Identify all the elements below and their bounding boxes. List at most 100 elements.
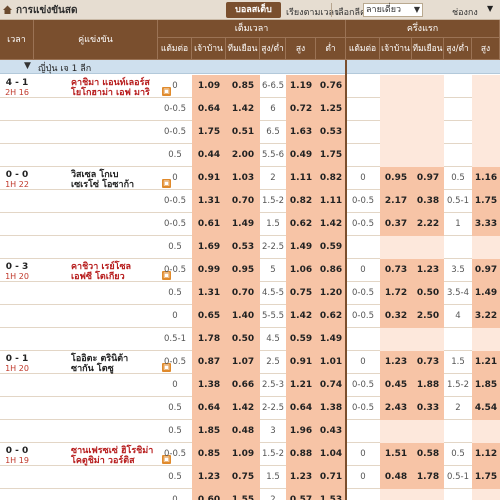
home-team[interactable]: คาชิมา แอนท์เลอร์ส <box>71 78 150 88</box>
ft-home-odds[interactable]: 1.31 <box>192 282 226 305</box>
ft-home-odds[interactable]: 1.75 <box>192 121 226 144</box>
ft-away-odds[interactable]: 1.49 <box>226 213 260 236</box>
ht-away-odds[interactable]: 0.38 <box>412 190 444 213</box>
ft-under-odds[interactable]: 1.38 <box>316 397 346 420</box>
chevron-down-icon[interactable]: ▼ <box>487 4 493 13</box>
ht-home-odds[interactable]: 1.23 <box>380 351 412 374</box>
ft-away-odds[interactable]: 0.95 <box>226 259 260 282</box>
ht-home-odds[interactable]: 0.48 <box>380 466 412 489</box>
ft-away-odds[interactable]: 0.70 <box>226 282 260 305</box>
league-row[interactable]: ▼ ญี่ปุ่น เจ 1 ลีก <box>0 60 500 74</box>
ft-over-odds[interactable]: 1.63 <box>286 121 316 144</box>
ft-over-odds[interactable]: 1.06 <box>286 259 316 282</box>
ft-home-odds[interactable]: 1.09 <box>192 75 226 98</box>
ft-over-odds[interactable]: 0.75 <box>286 282 316 305</box>
ft-over-odds[interactable]: 1.23 <box>286 466 316 489</box>
ht-home-odds[interactable]: 0.37 <box>380 213 412 236</box>
ft-under-odds[interactable]: 1.75 <box>316 144 346 167</box>
home-team[interactable]: คาชิวา เรย์โซล <box>71 262 131 272</box>
ht-away-odds[interactable]: 1.78 <box>412 466 444 489</box>
select-league-link[interactable]: เลือกลีค <box>335 5 366 19</box>
ht-over-odds[interactable]: 1.12 <box>472 443 500 466</box>
ft-over-odds[interactable]: 1.42 <box>286 305 316 328</box>
ht-away-odds[interactable]: 1.88 <box>412 374 444 397</box>
match-teams-cell[interactable]: คาชิมา แอนท์เลอร์สโยโกฮาม่า เอฟ มารินอส▣… <box>34 75 171 142</box>
ft-over-odds[interactable]: 0.62 <box>286 213 316 236</box>
ft-away-odds[interactable]: 0.85 <box>226 75 260 98</box>
channel-label[interactable]: ช่องกง <box>452 5 478 19</box>
ft-over-odds[interactable]: 1.49 <box>286 236 316 259</box>
ft-away-odds[interactable]: 1.03 <box>226 167 260 190</box>
ft-under-odds[interactable]: 1.53 <box>316 489 346 500</box>
ft-away-odds[interactable]: 0.75 <box>226 466 260 489</box>
ft-away-odds[interactable]: 0.50 <box>226 328 260 351</box>
ft-under-odds[interactable]: 0.76 <box>316 75 346 98</box>
ht-home-odds[interactable]: 1.72 <box>380 282 412 305</box>
ft-over-odds[interactable]: 0.49 <box>286 144 316 167</box>
ft-home-odds[interactable]: 0.60 <box>192 489 226 500</box>
ft-away-odds[interactable]: 1.07 <box>226 351 260 374</box>
ft-under-odds[interactable]: 0.82 <box>316 167 346 190</box>
ft-under-odds[interactable]: 0.59 <box>316 236 346 259</box>
ft-away-odds[interactable]: 1.42 <box>226 98 260 121</box>
ft-under-odds[interactable]: 1.20 <box>316 282 346 305</box>
ft-home-odds[interactable]: 1.85 <box>192 420 226 443</box>
ft-under-odds[interactable]: 0.74 <box>316 374 346 397</box>
ft-home-odds[interactable]: 1.38 <box>192 374 226 397</box>
ft-home-odds[interactable]: 1.31 <box>192 190 226 213</box>
ft-home-odds[interactable]: 0.91 <box>192 167 226 190</box>
ht-over-odds[interactable]: 1.16 <box>472 167 500 190</box>
ft-under-odds[interactable]: 1.42 <box>316 213 346 236</box>
ft-under-odds[interactable]: 0.53 <box>316 121 346 144</box>
ft-over-odds[interactable]: 1.11 <box>286 167 316 190</box>
ht-away-odds[interactable]: 0.50 <box>412 282 444 305</box>
ht-over-odds[interactable]: 3.33 <box>472 213 500 236</box>
ft-home-odds[interactable]: 0.99 <box>192 259 226 282</box>
match-teams-cell[interactable]: โออิตะ ตรินิต้าซากัน โตซู▣L★ <box>34 351 171 418</box>
ft-home-odds[interactable]: 0.44 <box>192 144 226 167</box>
ft-under-odds[interactable]: 0.71 <box>316 466 346 489</box>
ht-home-odds[interactable]: 0.73 <box>380 259 412 282</box>
ft-away-odds[interactable]: 2.00 <box>226 144 260 167</box>
ht-over-odds[interactable]: 0.97 <box>472 259 500 282</box>
ft-under-odds[interactable]: 1.04 <box>316 443 346 466</box>
ft-over-odds[interactable]: 0.59 <box>286 328 316 351</box>
ft-home-odds[interactable]: 0.64 <box>192 397 226 420</box>
ft-home-odds[interactable]: 1.78 <box>192 328 226 351</box>
ht-over-odds[interactable]: 3.22 <box>472 305 500 328</box>
ft-under-odds[interactable]: 1.01 <box>316 351 346 374</box>
ft-away-odds[interactable]: 0.53 <box>226 236 260 259</box>
ft-away-odds[interactable]: 1.09 <box>226 443 260 466</box>
match-teams-cell[interactable]: คาชิวา เรย์โซลเอฟซี โตเกียว▣L★ <box>34 259 171 326</box>
ft-over-odds[interactable]: 0.72 <box>286 98 316 121</box>
ht-away-odds[interactable]: 0.97 <box>412 167 444 190</box>
live-button[interactable]: บอลสเต็บ <box>226 2 281 18</box>
ft-over-odds[interactable]: 1.21 <box>286 374 316 397</box>
ht-over-odds[interactable]: 1.49 <box>472 282 500 305</box>
ht-over-odds[interactable]: 1.21 <box>472 351 500 374</box>
ft-over-odds[interactable]: 0.82 <box>286 190 316 213</box>
away-team[interactable]: เอฟซี โตเกียว <box>71 272 125 282</box>
ft-over-odds[interactable]: 0.57 <box>286 489 316 500</box>
home-icon[interactable] <box>2 4 13 15</box>
home-team[interactable]: วิสเซล โกเบ <box>71 170 118 180</box>
ht-away-odds[interactable]: 0.73 <box>412 351 444 374</box>
away-team[interactable]: เซเรโซ่ โอซาก้า <box>71 180 134 190</box>
ht-over-odds[interactable]: 1.85 <box>472 374 500 397</box>
ht-over-odds[interactable]: 4.54 <box>472 397 500 420</box>
ht-home-odds[interactable]: 0.32 <box>380 305 412 328</box>
ft-home-odds[interactable]: 0.61 <box>192 213 226 236</box>
away-team[interactable]: โคตูชิม่า วอร์ติส <box>71 456 135 466</box>
ft-away-odds[interactable]: 0.51 <box>226 121 260 144</box>
match-teams-cell[interactable]: ซานเฟรซเซ่ ฮิโรชิม่าโคตูชิม่า วอร์ติส▣L★ <box>34 443 171 487</box>
ft-home-odds[interactable]: 0.85 <box>192 443 226 466</box>
ft-under-odds[interactable]: 1.25 <box>316 98 346 121</box>
collapse-arrow-icon[interactable]: ▼ <box>24 61 31 71</box>
ft-away-odds[interactable]: 1.40 <box>226 305 260 328</box>
home-team[interactable]: ซานเฟรซเซ่ ฮิโรชิม่า <box>71 446 153 456</box>
ht-home-odds[interactable]: 2.17 <box>380 190 412 213</box>
ht-home-odds[interactable]: 2.43 <box>380 397 412 420</box>
ft-under-odds[interactable]: 1.49 <box>316 328 346 351</box>
ht-away-odds[interactable]: 0.33 <box>412 397 444 420</box>
ht-over-odds[interactable]: 1.75 <box>472 190 500 213</box>
